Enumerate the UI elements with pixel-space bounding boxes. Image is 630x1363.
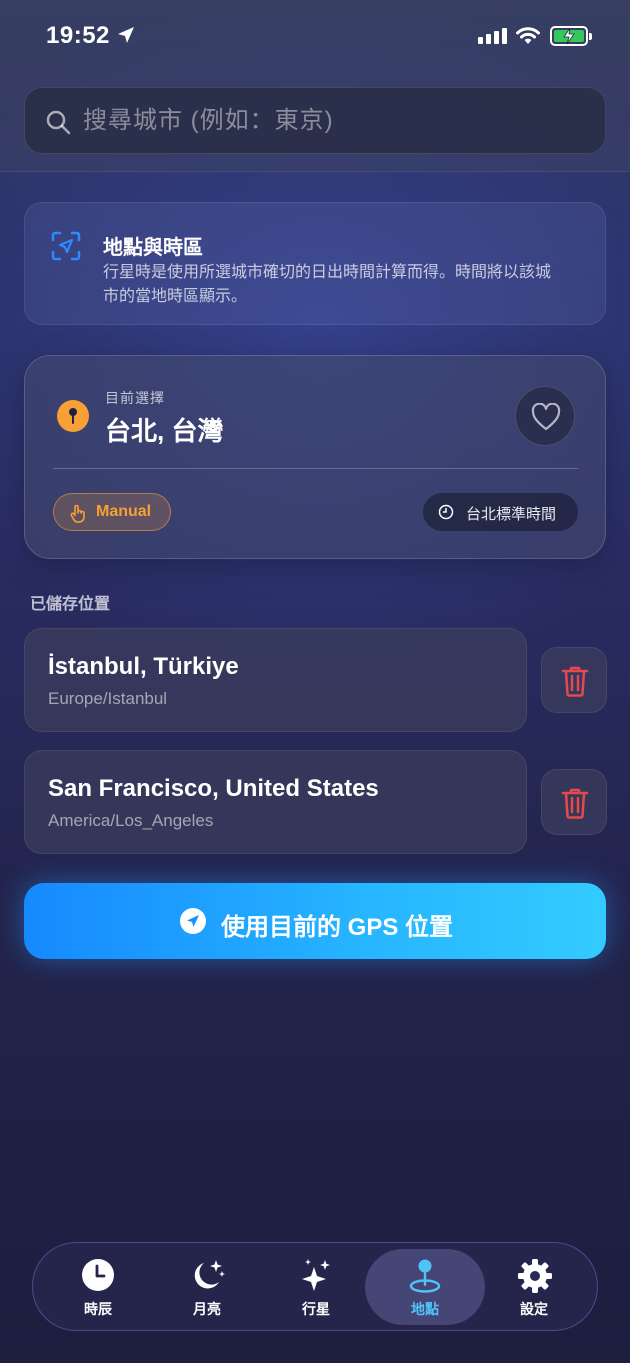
trash-icon [561,666,589,697]
tab-label: 月亮 [193,1301,221,1317]
favorite-button[interactable] [515,386,575,446]
card-divider [53,468,578,469]
saved-timezone: America/Los_Angeles [48,811,214,830]
manual-badge: Manual [53,493,171,531]
wifi-icon [516,27,540,44]
status-bar: 19:52 [0,0,630,70]
current-location-card: 目前選擇 台北, 台灣 Manual 台北標準時間 [24,355,606,559]
tab-label: 時辰 [84,1301,112,1317]
current-label: 目前選擇 [105,390,165,406]
timezone-badge: 台北標準時間 [423,493,578,531]
trash-icon [561,788,589,819]
saved-location-row[interactable]: San Francisco, United States America/Los… [24,750,527,854]
heart-icon [531,403,561,431]
tab-bar: 時辰 月亮 行星 地點 設定 [32,1242,598,1331]
tab-label: 地點 [411,1301,439,1317]
search-icon [46,110,71,135]
clock-icon [438,504,454,520]
tab-label: 設定 [520,1301,548,1317]
sparkles-icon [302,1259,330,1291]
status-time: 19:52 [46,22,110,49]
delete-button[interactable] [541,769,607,835]
tab-hours[interactable]: 時辰 [38,1249,158,1325]
info-card: 地點與時區 行星時是使用所選城市確切的日出時間計算而得。時間將以該城市的當地時區… [24,202,606,325]
use-gps-button[interactable]: 使用目前的 GPS 位置 [24,883,606,959]
search-box[interactable] [24,87,606,154]
battery-charging-icon [550,26,592,46]
info-title: 地點與時區 [103,237,203,259]
manual-badge-label: Manual [96,503,152,520]
gear-icon [518,1259,552,1293]
saved-timezone: Europe/Istanbul [48,689,168,708]
saved-city: San Francisco, United States [48,775,379,802]
info-text: 行星時是使用所選城市確切的日出時間計算而得。時間將以該城市的當地時區顯示。 [103,264,552,305]
tab-planets[interactable]: 行星 [256,1249,376,1325]
timezone-badge-label: 台北標準時間 [466,506,557,523]
hand-tap-icon [70,504,85,523]
tab-label: 行星 [302,1301,330,1317]
map-pin-icon [57,400,89,432]
saved-location-row[interactable]: İstanbul, Türkiye Europe/Istanbul [24,628,527,732]
saved-section-title: 已儲存位置 [30,596,111,613]
location-pin-icon [409,1259,441,1293]
current-city: 台北, 台灣 [105,416,224,446]
clock-icon [82,1259,114,1291]
tab-moon[interactable]: 月亮 [147,1249,267,1325]
saved-city: İstanbul, Türkiye [48,653,239,680]
search-input[interactable] [83,88,583,153]
delete-button[interactable] [541,647,607,713]
signal-icon [478,28,507,44]
tab-location[interactable]: 地點 [365,1249,485,1325]
tab-settings[interactable]: 設定 [474,1249,594,1325]
moon-stars-icon [194,1260,225,1289]
location-arrow-icon [118,27,134,43]
location-scan-icon [51,231,81,261]
use-gps-label: 使用目前的 GPS 位置 [221,914,454,941]
location-arrow-icon [180,908,206,934]
